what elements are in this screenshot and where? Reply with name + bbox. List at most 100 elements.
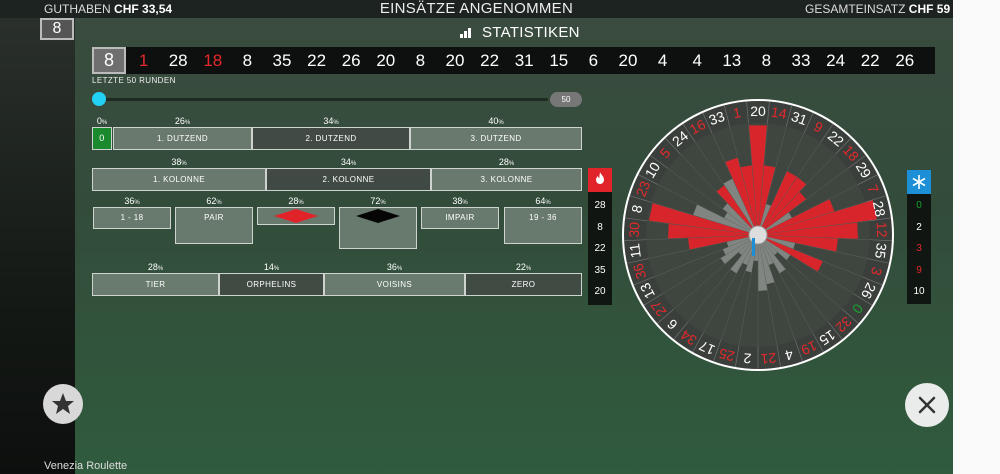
column-box: 3. KOLONNE bbox=[431, 168, 582, 191]
result-number: 8 bbox=[92, 47, 126, 74]
even-chance-percent: 28% bbox=[257, 196, 335, 206]
even-chance-percent-value: 72 bbox=[370, 196, 381, 206]
rounds-slider-value: 50 bbox=[550, 92, 582, 107]
result-number: 4 bbox=[657, 51, 668, 70]
results-subtitle: LETZTE 50 RUNDEN bbox=[92, 76, 176, 85]
column-box: 2. KOLONNE bbox=[266, 168, 431, 191]
star-icon bbox=[52, 393, 74, 414]
zero-percent: 0% bbox=[96, 116, 108, 126]
sector-percent: 14% bbox=[219, 262, 324, 272]
percent-sign: % bbox=[157, 266, 164, 272]
result-number: 33 bbox=[791, 51, 811, 70]
percent-sign: % bbox=[273, 266, 280, 272]
result-number: 26 bbox=[895, 51, 915, 70]
result-number: 6 bbox=[588, 51, 599, 70]
even-chance-percent-value: 36 bbox=[124, 196, 135, 206]
percent-sign: % bbox=[545, 200, 551, 206]
statistics-header: STATISTIKEN bbox=[460, 24, 580, 41]
sector-box: VOISINS bbox=[324, 273, 465, 296]
sector-percent-value: 22 bbox=[515, 262, 526, 272]
even-chance-percent-value: 38 bbox=[452, 196, 463, 206]
wheel-number: 20 bbox=[750, 103, 766, 119]
cold-number: 10 bbox=[913, 286, 925, 297]
column-percent: 28% bbox=[431, 157, 582, 167]
hot-number: 8 bbox=[597, 221, 603, 233]
result-number: 13 bbox=[722, 51, 742, 70]
dozen-percent: 40% bbox=[410, 116, 582, 126]
percent-sign: % bbox=[298, 200, 304, 206]
percent-sign: % bbox=[525, 266, 532, 272]
percent-sign: % bbox=[396, 266, 403, 272]
dozen-percent: 26% bbox=[113, 116, 252, 126]
close-button[interactable] bbox=[905, 383, 949, 427]
black-diamond-icon bbox=[356, 209, 400, 223]
wheel-number: 12 bbox=[874, 222, 891, 238]
result-number: 1 bbox=[138, 51, 149, 70]
even-chance-percent: 62% bbox=[175, 196, 253, 206]
wheel-number: 30 bbox=[626, 221, 643, 237]
sector-box: ORPHELINS bbox=[219, 273, 324, 296]
even-chance-percent: 72% bbox=[339, 196, 417, 206]
result-number: 20 bbox=[618, 51, 638, 70]
total-bet-label: GESAMTEINSATZ bbox=[805, 2, 906, 16]
percent-sign: % bbox=[462, 200, 468, 206]
red-diamond-icon bbox=[274, 209, 318, 223]
favorite-button[interactable] bbox=[43, 384, 83, 424]
percent-sign: % bbox=[134, 200, 140, 206]
dozen-box: 3. DUTZEND bbox=[410, 127, 582, 150]
rounds-slider-track[interactable] bbox=[98, 98, 548, 101]
dozen-box: 1. DUTZEND bbox=[113, 127, 252, 150]
hot-number: 35 bbox=[594, 264, 606, 276]
sector-percent: 28% bbox=[92, 262, 219, 272]
even-chance-percent: 38% bbox=[421, 196, 499, 206]
column-percent-value: 38 bbox=[171, 157, 182, 167]
recent-results-bar: 8 1 28 18 8 35 22 26 20 8 20 22 31 15 6 20 4 4 13 8 33 24 22 26 bbox=[92, 47, 935, 74]
wheel-number: 35 bbox=[872, 242, 890, 260]
android-nav-bar bbox=[953, 0, 1000, 474]
wheel-cold-marker bbox=[752, 238, 755, 256]
dozen-percent: 34% bbox=[252, 116, 410, 126]
wheel-number: 2 bbox=[743, 350, 752, 367]
total-bet-value: CHF 59 bbox=[908, 2, 951, 16]
last-result-tag: 8 bbox=[40, 18, 74, 40]
even-chance-box: 19 - 36 bbox=[504, 207, 582, 244]
column-percent: 34% bbox=[266, 157, 431, 167]
hot-numbers-panel: 28 8 22 35 20 bbox=[588, 168, 612, 305]
total-bet: GESAMTEINSATZ CHF 59 bbox=[805, 2, 950, 16]
result-number: 8 bbox=[415, 51, 426, 70]
cold-number: 0 bbox=[916, 200, 922, 211]
snowflake-icon bbox=[907, 170, 931, 194]
rounds-slider-handle[interactable] bbox=[92, 92, 106, 106]
dozen-percent-value: 26 bbox=[174, 116, 185, 126]
zero-box: 0 bbox=[92, 127, 112, 150]
result-number: 26 bbox=[341, 51, 361, 70]
red-box bbox=[257, 207, 335, 225]
cold-number: 2 bbox=[916, 221, 922, 233]
percent-sign: % bbox=[333, 120, 339, 126]
even-chance-percent-value: 64 bbox=[535, 196, 546, 206]
percent-sign: % bbox=[498, 120, 504, 126]
wheel-hub bbox=[748, 225, 768, 245]
result-number: 22 bbox=[307, 51, 327, 70]
result-number: 8 bbox=[761, 51, 772, 70]
black-box bbox=[339, 207, 417, 249]
hot-number: 22 bbox=[594, 243, 606, 254]
result-number: 28 bbox=[168, 51, 188, 70]
even-chance-box: PAIR bbox=[175, 207, 253, 244]
even-chance-box: 1 - 18 bbox=[93, 207, 171, 229]
app-root: GUTHABEN CHF 33,54 EINSÄTZE ANGENOMMEN G… bbox=[0, 0, 1000, 474]
percent-sign: % bbox=[350, 161, 357, 167]
result-number: 24 bbox=[826, 51, 846, 70]
sector-percent: 36% bbox=[324, 262, 465, 272]
dozen-percent-value: 34 bbox=[323, 116, 334, 126]
sector-box: TIER bbox=[92, 273, 219, 296]
percent-sign: % bbox=[380, 200, 386, 206]
statistics-title: STATISTIKEN bbox=[482, 24, 580, 41]
sector-percent-value: 14 bbox=[263, 262, 274, 272]
even-chance-percent-value: 62 bbox=[206, 196, 217, 206]
wheel-number: 11 bbox=[626, 242, 644, 259]
sector-percent-value: 28 bbox=[147, 262, 158, 272]
even-chance-box: IMPAIR bbox=[421, 207, 499, 229]
cold-number: 3 bbox=[916, 243, 922, 254]
sector-box: ZERO bbox=[465, 273, 582, 296]
